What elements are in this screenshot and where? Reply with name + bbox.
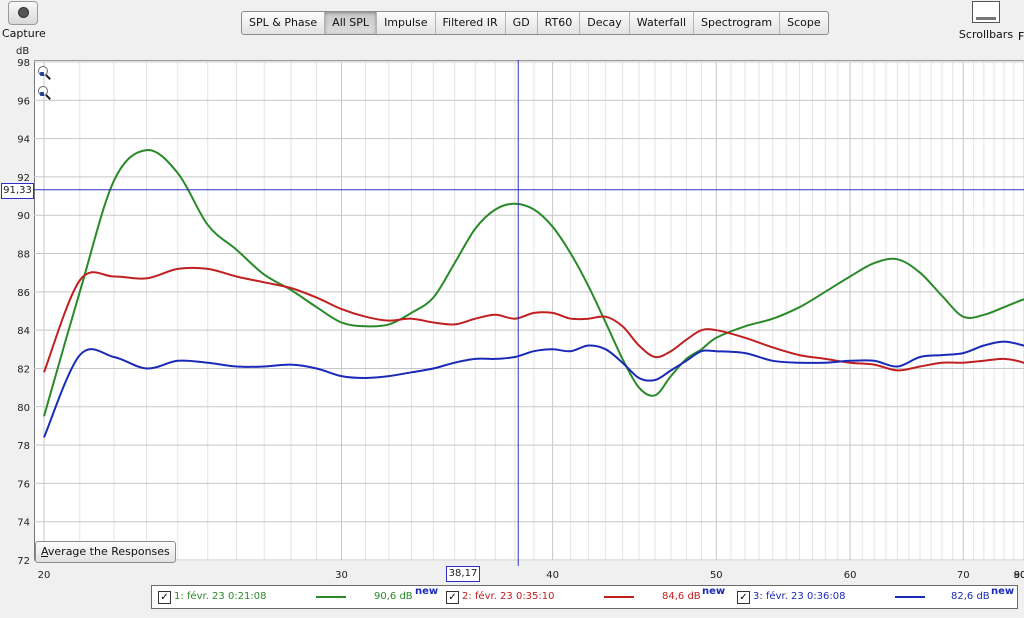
legend-new-badge: new [991, 586, 1015, 597]
cursor-x-readout: 38,17 [446, 566, 480, 582]
x-tick-label: 60 [844, 570, 857, 581]
x-tick-label: 20 [38, 570, 51, 581]
y-tick-label: 76 [17, 479, 30, 490]
y-tick-label: 98 [17, 58, 30, 69]
legend-level: 82,6 dB [951, 591, 990, 602]
y-tick-label: 84 [17, 326, 30, 337]
y-tick-label: 94 [17, 135, 30, 146]
y-tick-label: 96 [17, 96, 30, 107]
y-tick-label: 78 [17, 441, 30, 452]
legend-checkbox[interactable]: ✓ [737, 591, 750, 604]
legend-item: ✓ 3: févr. 23 0:36:08 82,6 dB new [737, 586, 1017, 608]
legend-new-badge: new [702, 586, 726, 597]
legend-series-name: 3: févr. 23 0:36:08 [753, 591, 846, 602]
legend-checkbox[interactable]: ✓ [158, 591, 171, 604]
legend-item: ✓ 2: févr. 23 0:35:10 84,6 dB new [446, 586, 731, 608]
legend-new-badge: new [415, 586, 439, 597]
x-tick-label: 50 [710, 570, 723, 581]
legend-series-name: 2: févr. 23 0:35:10 [462, 591, 555, 602]
zoom-in-icon[interactable] [38, 66, 52, 80]
y-tick-label: 90 [17, 211, 30, 222]
y-tick-label: 86 [17, 288, 30, 299]
y-tick-label: 80 [17, 403, 30, 414]
legend-swatch [604, 596, 634, 598]
y-tick-label: 72 [17, 556, 30, 567]
legend-level: 84,6 dB [662, 591, 701, 602]
x-tick-label: 90 [1014, 570, 1024, 581]
spl-chart[interactable]: 20 30 40 50 60 70 8090727476788082848688909294… [0, 0, 1024, 585]
cursor-y-readout: 91,33 [1, 183, 34, 199]
legend-swatch [895, 596, 925, 598]
average-button-mnemonic: A [41, 545, 48, 558]
x-tick-label: 40 [546, 570, 559, 581]
legend-bar: ✓ 1: févr. 23 0:21:08 90,6 dB new ✓ 2: f… [151, 585, 1018, 609]
legend-checkbox[interactable]: ✓ [446, 591, 459, 604]
zoom-out-icon[interactable] [38, 86, 52, 100]
legend-item: ✓ 1: févr. 23 0:21:08 90,6 dB new [158, 586, 443, 608]
average-button-label: verage the Responses [47, 545, 170, 558]
legend-level: 90,6 dB [374, 591, 413, 602]
y-tick-label: 82 [17, 364, 30, 375]
legend-series-name: 1: févr. 23 0:21:08 [174, 591, 267, 602]
average-responses-button[interactable]: Average the Responses [35, 541, 176, 563]
x-tick-label: 70 [957, 570, 970, 581]
y-tick-label: 88 [17, 250, 30, 261]
legend-swatch [316, 596, 346, 598]
y-tick-label: 74 [17, 518, 30, 529]
x-tick-label: 30 [335, 570, 348, 581]
